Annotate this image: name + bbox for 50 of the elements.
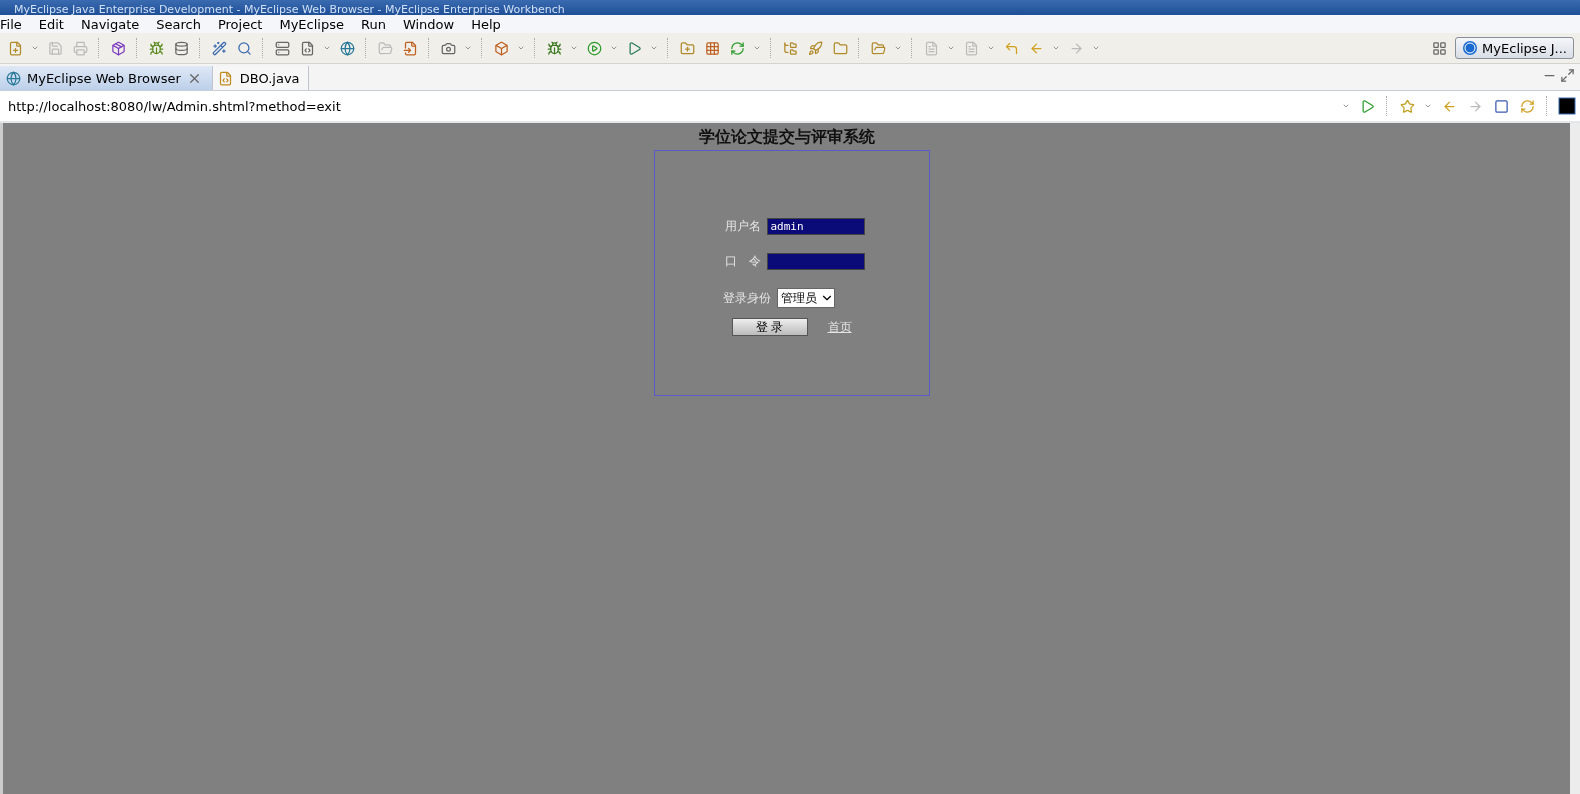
menu-item[interactable]: Navigate bbox=[80, 16, 148, 32]
print-icon[interactable] bbox=[71, 39, 89, 57]
view-square-icon[interactable] bbox=[1558, 97, 1576, 115]
stop-icon[interactable] bbox=[1492, 97, 1510, 115]
menu-item[interactable]: Project bbox=[217, 16, 271, 32]
new-folder-icon[interactable] bbox=[678, 39, 696, 57]
window-title: MyEclipse Java Enterprise Development - MyEclipse Web Browser - MyEclipse Enterprise Workbench bbox=[14, 4, 565, 15]
menu-item[interactable]: Help bbox=[471, 16, 509, 32]
grid-icon[interactable] bbox=[703, 39, 721, 57]
folder-tree-icon[interactable] bbox=[781, 39, 799, 57]
box-icon[interactable] bbox=[492, 39, 510, 57]
bug-icon[interactable] bbox=[147, 39, 165, 57]
perspective-button[interactable]: MyEclipse J... bbox=[1455, 37, 1574, 59]
refresh-icon[interactable] bbox=[1518, 97, 1536, 115]
folder-icon[interactable] bbox=[376, 39, 394, 57]
tab-label: DBO.java bbox=[239, 70, 300, 86]
favorite-icon[interactable] bbox=[1398, 97, 1416, 115]
globe-icon[interactable] bbox=[4, 69, 22, 87]
tab-label: MyEclipse Web Browser bbox=[27, 70, 181, 86]
editor-tab[interactable]: MyEclipse Web Browser bbox=[0, 66, 213, 90]
import-icon[interactable] bbox=[401, 39, 419, 57]
search-icon[interactable] bbox=[235, 39, 253, 57]
menu-item[interactable]: Search bbox=[156, 16, 209, 32]
role-select[interactable]: 管理员 bbox=[776, 288, 835, 308]
open-perspective-icon[interactable] bbox=[1430, 39, 1449, 57]
database-icon[interactable] bbox=[172, 39, 190, 57]
menu-item[interactable]: MyEclipse bbox=[279, 16, 352, 32]
menu-item[interactable]: File bbox=[0, 16, 30, 32]
password-field[interactable] bbox=[766, 253, 865, 270]
menu-item[interactable]: Run bbox=[360, 16, 394, 32]
server-icon[interactable] bbox=[273, 39, 291, 57]
page-heading: 学位论文提交与评审系统 bbox=[698, 127, 875, 148]
package-icon[interactable] bbox=[109, 39, 127, 57]
save-icon[interactable] bbox=[46, 39, 64, 57]
folder-icon[interactable] bbox=[869, 39, 887, 57]
menu-item[interactable]: Window bbox=[402, 16, 463, 32]
username-field[interactable]: admin bbox=[766, 218, 865, 235]
username-label: 用户名 bbox=[723, 218, 761, 235]
rocket-icon[interactable] bbox=[806, 39, 824, 57]
login-button[interactable]: 登 录 bbox=[731, 318, 808, 336]
debug-icon[interactable] bbox=[545, 39, 563, 57]
run-icon[interactable] bbox=[585, 39, 603, 57]
folder-icon[interactable] bbox=[831, 39, 849, 57]
menu-item[interactable]: Edit bbox=[38, 16, 72, 32]
password-label: 口 令 bbox=[723, 253, 761, 270]
role-label: 登录身份 bbox=[721, 289, 771, 307]
globe-icon[interactable] bbox=[338, 39, 356, 57]
wand-icon[interactable] bbox=[210, 39, 228, 57]
maximize-icon[interactable] bbox=[1558, 66, 1576, 84]
refresh-icon[interactable] bbox=[728, 39, 746, 57]
